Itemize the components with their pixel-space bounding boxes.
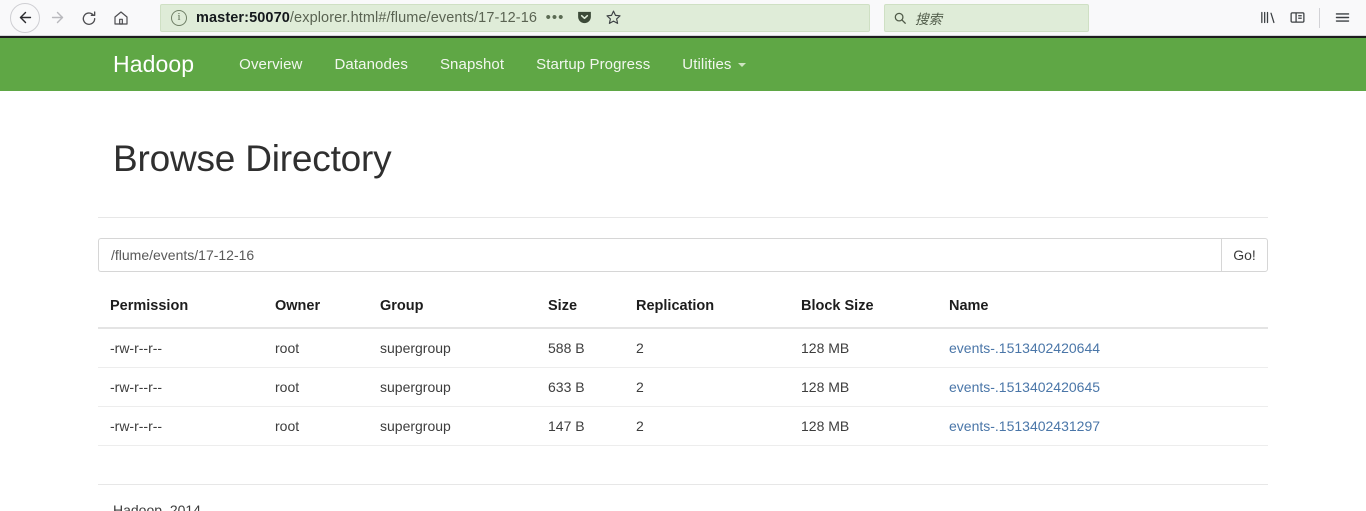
cell-group: supergroup — [368, 328, 536, 368]
nav-item-label: Datanodes — [334, 56, 408, 73]
url-path: /explorer.html#/flume/events/17-12-16 — [289, 9, 538, 26]
cell-size: 588 B — [536, 328, 624, 368]
column-header-block-size[interactable]: Block Size — [789, 298, 937, 329]
directory-table: Permission Owner Group Size Replication … — [98, 298, 1268, 446]
cell-permission: -rw-r--r-- — [98, 367, 263, 407]
cell-permission: -rw-r--r-- — [98, 406, 263, 446]
hadoop-navbar: Hadoop Overview Datanodes Snapshot Start… — [0, 36, 1366, 91]
column-header-replication[interactable]: Replication — [624, 298, 789, 329]
nav-item-datanodes[interactable]: Datanodes — [318, 56, 423, 73]
address-bar[interactable]: i master:50070/explorer.html#/flume/even… — [160, 3, 870, 32]
browser-toolbar: i master:50070/explorer.html#/flume/even… — [0, 0, 1366, 36]
footer-divider — [98, 484, 1268, 485]
column-header-size[interactable]: Size — [536, 298, 624, 329]
nav-item-label: Overview — [239, 56, 303, 73]
page-content: Browse Directory /flume/events/17-12-16 … — [0, 138, 1366, 511]
hamburger-menu-icon[interactable] — [1328, 4, 1356, 32]
navigation-buttons — [10, 2, 136, 33]
cell-block-size: 128 MB — [789, 328, 937, 368]
cell-owner: root — [263, 406, 368, 446]
cell-replication: 2 — [624, 406, 789, 446]
page-title: Browse Directory — [113, 138, 392, 179]
path-input[interactable]: /flume/events/17-12-16 — [98, 238, 1221, 272]
toolbar-divider — [1319, 7, 1320, 28]
back-button[interactable] — [10, 2, 40, 33]
cell-block-size: 128 MB — [789, 406, 937, 446]
table-row: -rw-r--r-- root supergroup 633 B 2 128 M… — [98, 367, 1268, 407]
footer-text: Hadoop, 2014. — [113, 502, 205, 511]
url-host: master:50070 — [196, 9, 290, 26]
cell-replication: 2 — [624, 328, 789, 368]
file-link[interactable]: events-.1513402420645 — [949, 379, 1100, 395]
go-button[interactable]: Go! — [1221, 238, 1268, 272]
nav-item-label: Snapshot — [439, 56, 505, 73]
table-row: -rw-r--r-- root supergroup 147 B 2 128 M… — [98, 406, 1268, 446]
star-icon[interactable] — [599, 4, 627, 32]
address-bar-actions: ••• — [541, 4, 627, 32]
search-input-placeholder[interactable]: 搜索 — [915, 8, 942, 28]
cell-name: events-.1513402420644 — [937, 328, 1268, 368]
cell-owner: root — [263, 367, 368, 407]
cell-group: supergroup — [368, 367, 536, 407]
url-text: master:50070/explorer.html#/flume/events… — [196, 10, 537, 26]
ellipsis-icon[interactable]: ••• — [541, 4, 569, 32]
cell-permission: -rw-r--r-- — [98, 328, 263, 368]
nav-item-label: Startup Progress — [536, 56, 651, 73]
brand-hadoop[interactable]: Hadoop — [113, 51, 194, 78]
sidebar-icon[interactable] — [1283, 4, 1311, 32]
cell-group: supergroup — [368, 406, 536, 446]
cell-size: 147 B — [536, 406, 624, 446]
column-header-group[interactable]: Group — [368, 298, 536, 329]
navbar-items: Overview Datanodes Snapshot Startup Prog… — [223, 56, 761, 73]
column-header-name[interactable]: Name — [937, 298, 1268, 329]
search-icon — [894, 12, 906, 24]
column-header-owner[interactable]: Owner — [263, 298, 368, 329]
column-header-permission[interactable]: Permission — [98, 298, 263, 329]
table-row: -rw-r--r-- root supergroup 588 B 2 128 M… — [98, 328, 1268, 368]
cell-replication: 2 — [624, 367, 789, 407]
path-form: /flume/events/17-12-16 Go! — [98, 238, 1268, 272]
reload-button[interactable] — [74, 3, 104, 33]
forward-button[interactable] — [42, 3, 72, 33]
title-divider — [98, 217, 1268, 218]
cell-name: events-.1513402420645 — [937, 367, 1268, 407]
nav-item-startup-progress[interactable]: Startup Progress — [520, 56, 666, 73]
file-link[interactable]: events-.1513402420644 — [949, 340, 1100, 356]
info-icon[interactable]: i — [171, 9, 187, 26]
nav-item-label: Utilities — [682, 56, 732, 73]
chevron-down-icon — [737, 62, 746, 67]
cell-name: events-.1513402431297 — [937, 406, 1268, 446]
nav-item-overview[interactable]: Overview — [223, 56, 318, 73]
nav-item-snapshot[interactable]: Snapshot — [424, 56, 520, 73]
cell-owner: root — [263, 328, 368, 368]
browser-search-box[interactable]: 搜索 — [884, 3, 1089, 32]
toolbar-right-icons — [1253, 4, 1356, 32]
cell-block-size: 128 MB — [789, 367, 937, 407]
library-icon[interactable] — [1253, 4, 1281, 32]
nav-item-utilities[interactable]: Utilities — [666, 56, 761, 73]
cell-size: 633 B — [536, 367, 624, 407]
table-header-row: Permission Owner Group Size Replication … — [98, 298, 1268, 329]
pocket-icon[interactable] — [570, 4, 598, 32]
file-link[interactable]: events-.1513402431297 — [949, 418, 1100, 434]
home-button[interactable] — [106, 3, 136, 33]
